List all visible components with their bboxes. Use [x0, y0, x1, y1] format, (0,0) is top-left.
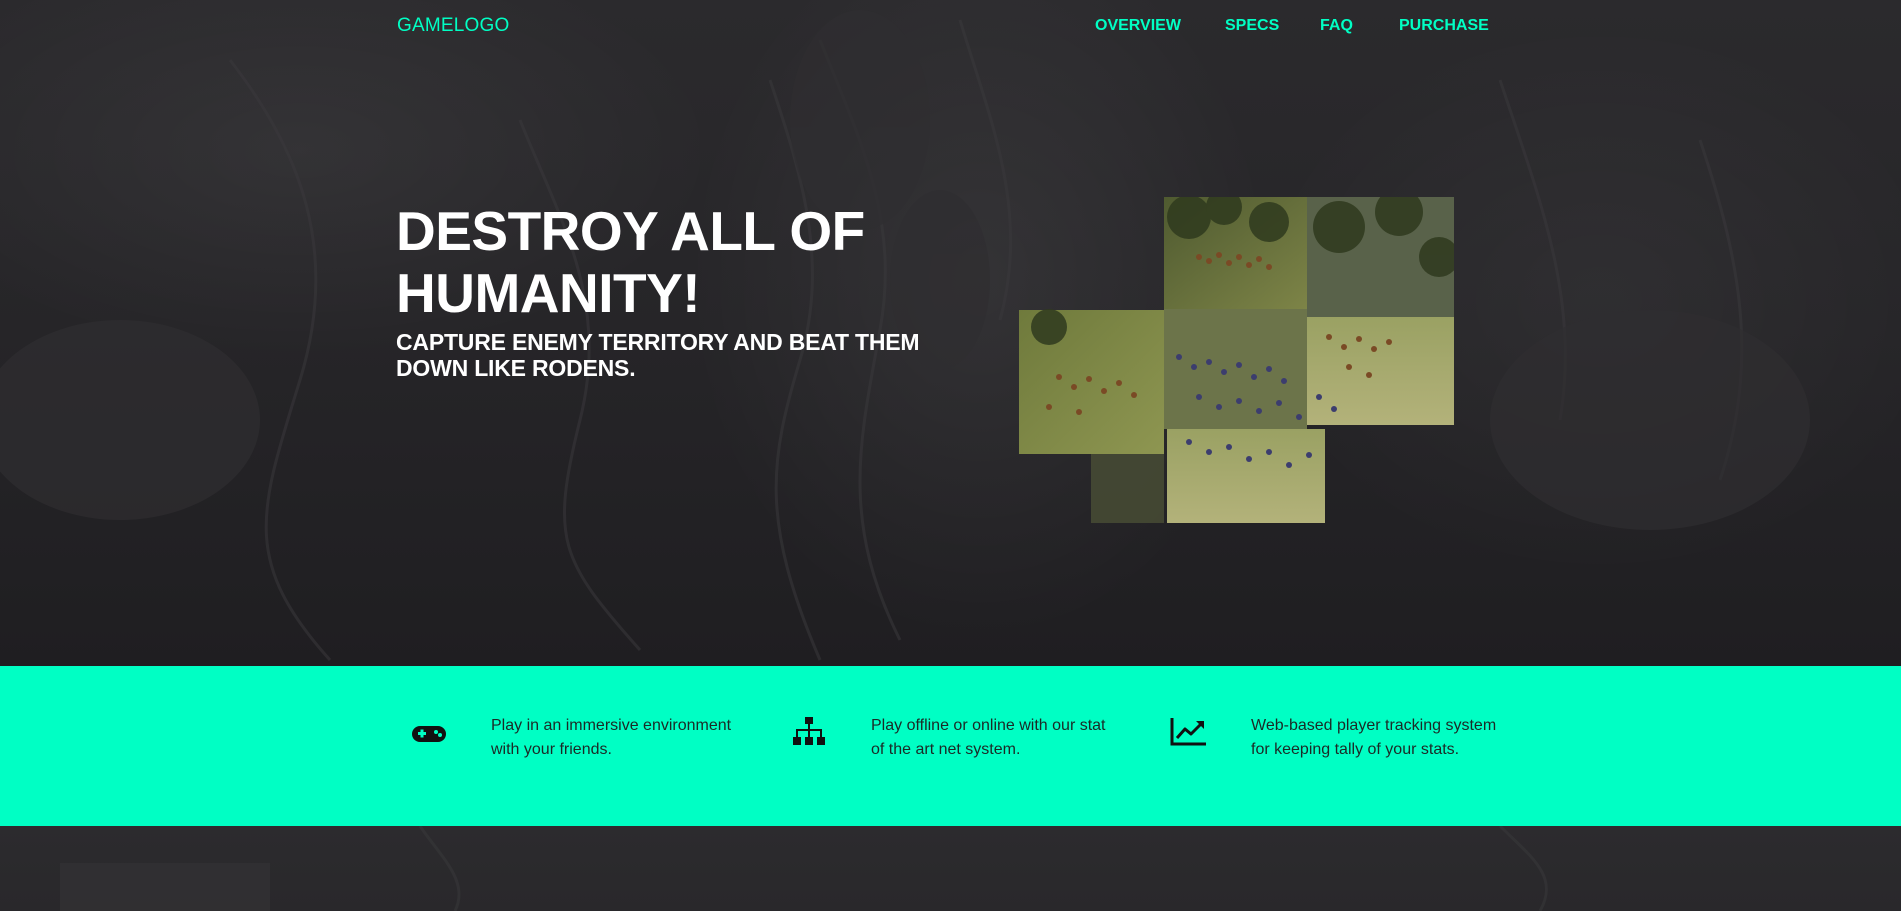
next-section-background-art [60, 826, 1548, 911]
hero-headline-line2: HUMANITY! [396, 262, 701, 324]
next-section-preview [0, 826, 1901, 911]
feature-text-line: Play in an immersive environment [491, 717, 732, 734]
feature-text-line: Web-based player tracking system [1251, 717, 1497, 734]
feature-text-line: for keeping tally of your stats. [1251, 741, 1460, 758]
feature-text-immersive: Play in an immersive environment with yo… [491, 714, 761, 762]
feature-text-line: Play offline or online with our stat [871, 717, 1106, 734]
gameplay-screenshot-image [1019, 188, 1459, 523]
network-icon [793, 717, 825, 745]
features-band: Play in an immersive environment with yo… [0, 666, 1901, 826]
feature-text-line: of the art net system. [871, 741, 1021, 758]
hero-headline: DESTROY ALL OF HUMANITY! [396, 200, 956, 324]
gameplay-screenshot-mosaic [1019, 188, 1459, 523]
nav-link-specs[interactable]: SPECS [1225, 17, 1279, 35]
gamepad-icon [412, 726, 446, 742]
hero-subheadline-line2: DOWN LIKE RODENS. [396, 355, 636, 381]
nav-link-faq[interactable]: FAQ [1320, 17, 1353, 35]
top-nav: GAMELOGO OVERVIEW SPECS FAQ PURCHASE [0, 0, 1901, 54]
game-logo[interactable]: GAMELOGO [397, 15, 509, 37]
hero-section: GAMELOGO OVERVIEW SPECS FAQ PURCHASE DES… [0, 0, 1901, 666]
nav-link-overview[interactable]: OVERVIEW [1095, 17, 1181, 35]
hero-background-art [0, 10, 1810, 662]
feature-text-line: with your friends. [491, 741, 612, 758]
nav-link-purchase[interactable]: PURCHASE [1399, 17, 1489, 35]
feature-text-player-tracking: Web-based player tracking system for kee… [1251, 714, 1521, 762]
hero-headline-line1: DESTROY ALL OF [396, 200, 865, 262]
feature-text-net-system: Play offline or online with our stat of … [871, 714, 1141, 762]
hero-subheadline-line1: CAPTURE ENEMY TERRITORY AND BEAT THEM [396, 329, 920, 355]
trending-up-icon [1170, 718, 1206, 746]
hero-subheadline: CAPTURE ENEMY TERRITORY AND BEAT THEM DO… [396, 329, 936, 381]
